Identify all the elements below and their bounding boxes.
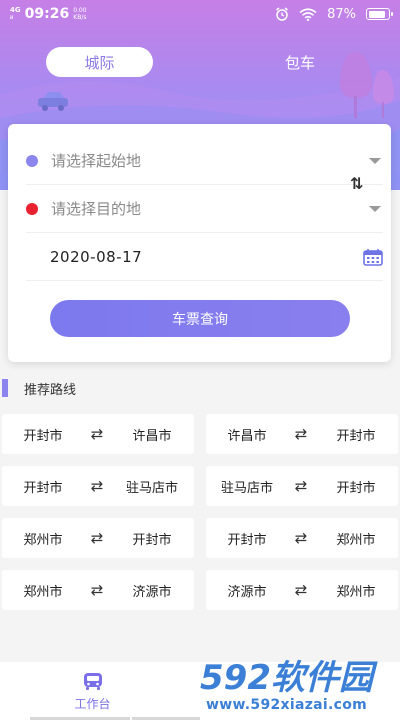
route-from: 开封市: [23, 480, 63, 496]
chevron-down-icon: [369, 157, 381, 164]
route-item[interactable]: 济源市 ⇄ 郑州市: [206, 570, 398, 610]
search-card: 请选择起始地 请选择目的地 2020-08-17 车票查询: [8, 124, 391, 362]
route-from: 驻马店市: [220, 480, 273, 496]
section-title: 推荐路线: [2, 378, 76, 398]
nav-item-workbench[interactable]: 工作台: [26, 662, 159, 720]
swap-arrows-icon: ⇄: [90, 477, 104, 495]
origin-placeholder: 请选择起始地: [51, 152, 142, 170]
route-to: 开封市: [336, 480, 376, 496]
origin-dot-icon: [26, 154, 38, 167]
route-item[interactable]: 驻马店市 ⇄ 开封市: [206, 466, 398, 506]
network-speed: 0.00 KB/s: [73, 7, 87, 21]
battery-percent: 87%: [327, 6, 356, 22]
route-from: 郑州市: [23, 532, 63, 548]
swap-arrows-icon: ⇄: [294, 425, 308, 443]
watermark: 592软件园 www.592xiazai.com: [196, 645, 400, 720]
swap-arrows-icon: ⇄: [90, 529, 104, 547]
route-from: 许昌市: [227, 428, 267, 444]
status-bar: 4G ᵢₗ 09:26 0.00 KB/s 87%: [0, 0, 400, 28]
destination-placeholder: 请选择目的地: [51, 200, 142, 218]
calendar-icon[interactable]: [363, 248, 383, 266]
route-item[interactable]: 开封市 ⇄ 许昌市: [2, 414, 194, 454]
route-from: 开封市: [227, 532, 267, 548]
nav-label: 工作台: [74, 696, 111, 711]
route-from: 济源市: [227, 584, 267, 600]
swap-icon[interactable]: ⇅: [350, 174, 363, 193]
ticket-query-button[interactable]: 车票查询: [50, 300, 350, 337]
section-title-text: 推荐路线: [24, 382, 77, 398]
destination-dot-icon: [26, 202, 38, 215]
route-to: 开封市: [132, 532, 172, 548]
route-to: 郑州市: [336, 584, 376, 600]
swap-arrows-icon: ⇄: [294, 529, 308, 547]
destination-selector[interactable]: 请选择目的地: [26, 185, 383, 233]
route-to: 开封市: [336, 428, 376, 444]
travel-date: 2020-08-17: [50, 247, 143, 266]
clock: 09:26: [24, 6, 70, 22]
route-to: 许昌市: [132, 428, 172, 444]
route-to: 驻马店市: [125, 480, 178, 496]
date-selector[interactable]: 2020-08-17: [26, 233, 383, 281]
swap-arrows-icon: ⇄: [294, 581, 308, 599]
network-indicator: 4G ᵢₗ: [10, 6, 21, 21]
section-accent-bar: [2, 379, 8, 397]
tab-charter[interactable]: 包车: [250, 47, 350, 77]
swap-arrows-icon: ⇄: [90, 581, 104, 599]
swap-arrows-icon: ⇄: [294, 477, 308, 495]
route-item[interactable]: 郑州市 ⇄ 济源市: [2, 570, 194, 610]
route-item[interactable]: 开封市 ⇄ 郑州市: [206, 518, 398, 558]
route-from: 郑州市: [23, 584, 63, 600]
route-item[interactable]: 郑州市 ⇄ 开封市: [2, 518, 194, 558]
origin-selector[interactable]: 请选择起始地: [26, 137, 383, 185]
bus-icon: [83, 672, 102, 690]
route-to: 济源市: [132, 584, 172, 600]
wifi-icon: [299, 7, 317, 21]
battery-icon: [366, 8, 393, 20]
route-to: 郑州市: [336, 532, 376, 548]
route-item[interactable]: 开封市 ⇄ 驻马店市: [2, 466, 194, 506]
route-item[interactable]: 许昌市 ⇄ 开封市: [206, 414, 398, 454]
swap-arrows-icon: ⇄: [90, 425, 104, 443]
watermark-url: www.592xiazai.com: [206, 697, 368, 713]
tab-intercity[interactable]: 城际: [46, 47, 153, 77]
route-from: 开封市: [23, 428, 63, 444]
watermark-logo-text: 592软件园: [200, 658, 378, 698]
alarm-clock-icon: [276, 7, 289, 21]
chevron-down-icon: [369, 205, 381, 212]
